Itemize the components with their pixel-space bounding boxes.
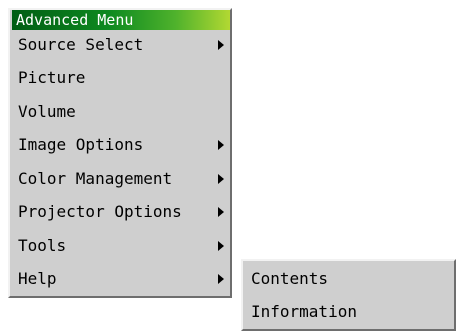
menu-item-source-select[interactable]: Source Select — [12, 30, 230, 60]
menu-item-label: Volume — [18, 102, 76, 121]
menu-item-label: Tools — [18, 236, 67, 255]
menu-item-label: Color Management — [18, 169, 173, 188]
menu-item-label: Projector Options — [18, 202, 182, 221]
menu-item-image-options[interactable]: Image Options — [12, 130, 230, 160]
submenu-arrow-icon — [218, 174, 224, 184]
menu-title: Advanced Menu — [12, 10, 230, 30]
menu-item-color-management[interactable]: Color Management — [12, 164, 230, 194]
menu-item-tools[interactable]: Tools — [12, 231, 230, 261]
submenu-arrow-icon — [218, 274, 224, 284]
help-submenu: Contents Information — [241, 259, 456, 331]
submenu-arrow-icon — [218, 140, 224, 150]
submenu-item-information[interactable]: Information — [245, 297, 453, 327]
menu-item-label: Picture — [18, 68, 86, 87]
menu-item-volume[interactable]: Volume — [12, 97, 230, 127]
menu-item-picture[interactable]: Picture — [12, 63, 230, 93]
menu-item-label: Help — [18, 269, 57, 288]
submenu-arrow-icon — [218, 207, 224, 217]
advanced-menu: Advanced Menu Source Select Picture Volu… — [8, 8, 232, 298]
menu-item-label: Source Select — [18, 35, 144, 54]
submenu-item-label: Information — [251, 302, 357, 321]
submenu-arrow-icon — [218, 40, 224, 50]
menu-item-help[interactable]: Help — [12, 264, 230, 294]
submenu-item-contents[interactable]: Contents — [245, 264, 453, 294]
submenu-item-label: Contents — [251, 269, 329, 288]
menu-item-label: Image Options — [18, 135, 144, 154]
menu-item-projector-options[interactable]: Projector Options — [12, 197, 230, 227]
submenu-arrow-icon — [218, 241, 224, 251]
